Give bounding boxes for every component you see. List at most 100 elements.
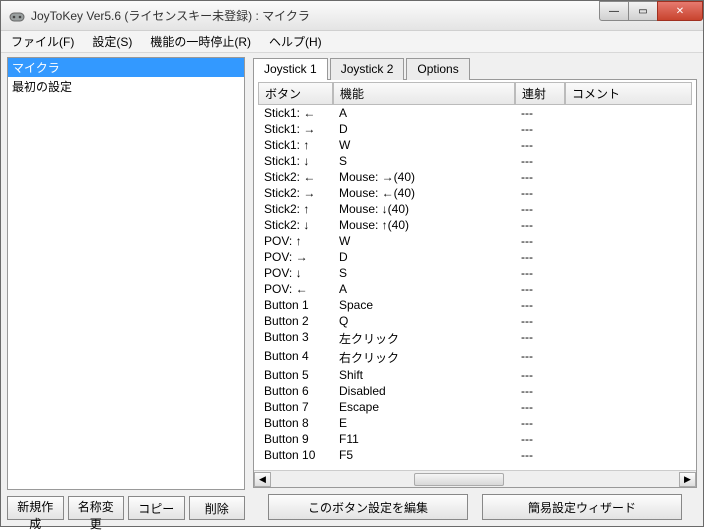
tab[interactable]: Joystick 1 <box>253 58 328 80</box>
table-row[interactable]: Button 3左クリック--- <box>258 329 692 348</box>
cell-comment <box>565 329 692 348</box>
table-row[interactable]: Button 2Q--- <box>258 313 692 329</box>
table-row[interactable]: Button 10F5--- <box>258 447 692 463</box>
minimize-icon: — <box>609 6 619 17</box>
cell-button: Button 5 <box>258 367 333 383</box>
cell-comment <box>565 348 692 367</box>
cell-button: Button 4 <box>258 348 333 367</box>
profile-item[interactable]: マイクラ <box>8 58 244 77</box>
table-row[interactable]: POV: →D--- <box>258 249 692 265</box>
menu-file[interactable]: ファイル(F) <box>7 31 78 52</box>
table-row[interactable]: POV: ↓S--- <box>258 265 692 281</box>
horizontal-scrollbar[interactable]: ◀ ▶ <box>254 470 696 487</box>
cell-turbo: --- <box>515 281 565 297</box>
table-row[interactable]: Button 5Shift--- <box>258 367 692 383</box>
maximize-icon: ▭ <box>638 6 647 17</box>
table-row[interactable]: Button 1Space--- <box>258 297 692 313</box>
menu-settings[interactable]: 設定(S) <box>88 31 136 52</box>
close-icon: ✕ <box>676 6 684 17</box>
cell-comment <box>565 217 692 233</box>
table-row[interactable]: Stick1: ←A--- <box>258 105 692 121</box>
rename-profile-button[interactable]: 名称変更 <box>68 496 125 520</box>
cell-turbo: --- <box>515 383 565 399</box>
menu-help[interactable]: ヘルプ(H) <box>265 31 326 52</box>
minimize-button[interactable]: — <box>599 1 629 21</box>
cell-turbo: --- <box>515 201 565 217</box>
cell-button: Button 3 <box>258 329 333 348</box>
cell-button: Button 7 <box>258 399 333 415</box>
close-button[interactable]: ✕ <box>657 1 703 21</box>
cell-comment <box>565 367 692 383</box>
mapping-table[interactable]: ボタン 機能 連射 コメント Stick1: ←A---Stick1: →D--… <box>254 80 696 470</box>
profile-list[interactable]: マイクラ最初の設定 <box>7 57 245 490</box>
column-comment[interactable]: コメント <box>565 82 692 105</box>
app-icon <box>9 8 25 24</box>
tab[interactable]: Options <box>406 58 469 80</box>
table-row[interactable]: Button 8E--- <box>258 415 692 431</box>
cell-function: F11 <box>333 431 515 447</box>
table-header: ボタン 機能 連射 コメント <box>258 82 692 105</box>
cell-turbo: --- <box>515 431 565 447</box>
cell-comment <box>565 137 692 153</box>
cell-button: Button 8 <box>258 415 333 431</box>
cell-comment <box>565 185 692 201</box>
cell-button: Stick1: ↑ <box>258 137 333 153</box>
titlebar[interactable]: JoyToKey Ver5.6 (ライセンスキー未登録) : マイクラ — ▭ … <box>1 1 703 31</box>
table-row[interactable]: Stick2: →Mouse: ←(40)--- <box>258 185 692 201</box>
scroll-track[interactable] <box>271 472 679 487</box>
cell-turbo: --- <box>515 415 565 431</box>
cell-function: E <box>333 415 515 431</box>
cell-function: F5 <box>333 447 515 463</box>
cell-turbo: --- <box>515 329 565 348</box>
cell-button: Stick1: ← <box>258 105 333 121</box>
column-turbo[interactable]: 連射 <box>515 82 565 105</box>
cell-button: Stick2: ← <box>258 169 333 185</box>
cell-button: Stick2: → <box>258 185 333 201</box>
cell-function: 左クリック <box>333 329 515 348</box>
column-button[interactable]: ボタン <box>258 82 333 105</box>
table-row[interactable]: Stick2: ↑Mouse: ↓(40)--- <box>258 201 692 217</box>
new-profile-button[interactable]: 新規作成 <box>7 496 64 520</box>
table-row[interactable]: Button 4右クリック--- <box>258 348 692 367</box>
cell-turbo: --- <box>515 348 565 367</box>
cell-comment <box>565 265 692 281</box>
cell-turbo: --- <box>515 265 565 281</box>
profile-panel: マイクラ最初の設定 新規作成 名称変更 コピー 削除 <box>1 53 249 526</box>
table-row[interactable]: POV: ↑W--- <box>258 233 692 249</box>
cell-function: Mouse: ↑(40) <box>333 217 515 233</box>
table-row[interactable]: Button 9F11--- <box>258 431 692 447</box>
cell-turbo: --- <box>515 121 565 137</box>
cell-turbo: --- <box>515 447 565 463</box>
cell-button: POV: ↓ <box>258 265 333 281</box>
table-row[interactable]: Button 6Disabled--- <box>258 383 692 399</box>
table-row[interactable]: POV: ←A--- <box>258 281 692 297</box>
table-row[interactable]: Stick2: ←Mouse: →(40)--- <box>258 169 692 185</box>
table-row[interactable]: Button 7Escape--- <box>258 399 692 415</box>
table-row[interactable]: Stick2: ↓Mouse: ↑(40)--- <box>258 217 692 233</box>
cell-function: 右クリック <box>333 348 515 367</box>
wizard-button[interactable]: 簡易設定ウィザード <box>482 494 682 520</box>
edit-mapping-button[interactable]: このボタン設定を編集 <box>268 494 468 520</box>
table-row[interactable]: Stick1: →D--- <box>258 121 692 137</box>
copy-profile-button[interactable]: コピー <box>128 496 185 520</box>
cell-button: Button 9 <box>258 431 333 447</box>
cell-function: W <box>333 233 515 249</box>
cell-comment <box>565 121 692 137</box>
maximize-button[interactable]: ▭ <box>628 1 658 21</box>
cell-button: Button 6 <box>258 383 333 399</box>
tab[interactable]: Joystick 2 <box>330 58 405 80</box>
cell-function: Space <box>333 297 515 313</box>
table-row[interactable]: Stick1: ↓S--- <box>258 153 692 169</box>
scroll-thumb[interactable] <box>414 473 504 486</box>
profile-item[interactable]: 最初の設定 <box>8 77 244 96</box>
cell-comment <box>565 297 692 313</box>
scroll-left-button[interactable]: ◀ <box>254 472 271 487</box>
scroll-right-button[interactable]: ▶ <box>679 472 696 487</box>
cell-button: Stick2: ↑ <box>258 201 333 217</box>
menu-pause[interactable]: 機能の一時停止(R) <box>146 31 255 52</box>
cell-comment <box>565 313 692 329</box>
cell-function: Disabled <box>333 383 515 399</box>
table-row[interactable]: Stick1: ↑W--- <box>258 137 692 153</box>
column-function[interactable]: 機能 <box>333 82 515 105</box>
delete-profile-button[interactable]: 削除 <box>189 496 246 520</box>
